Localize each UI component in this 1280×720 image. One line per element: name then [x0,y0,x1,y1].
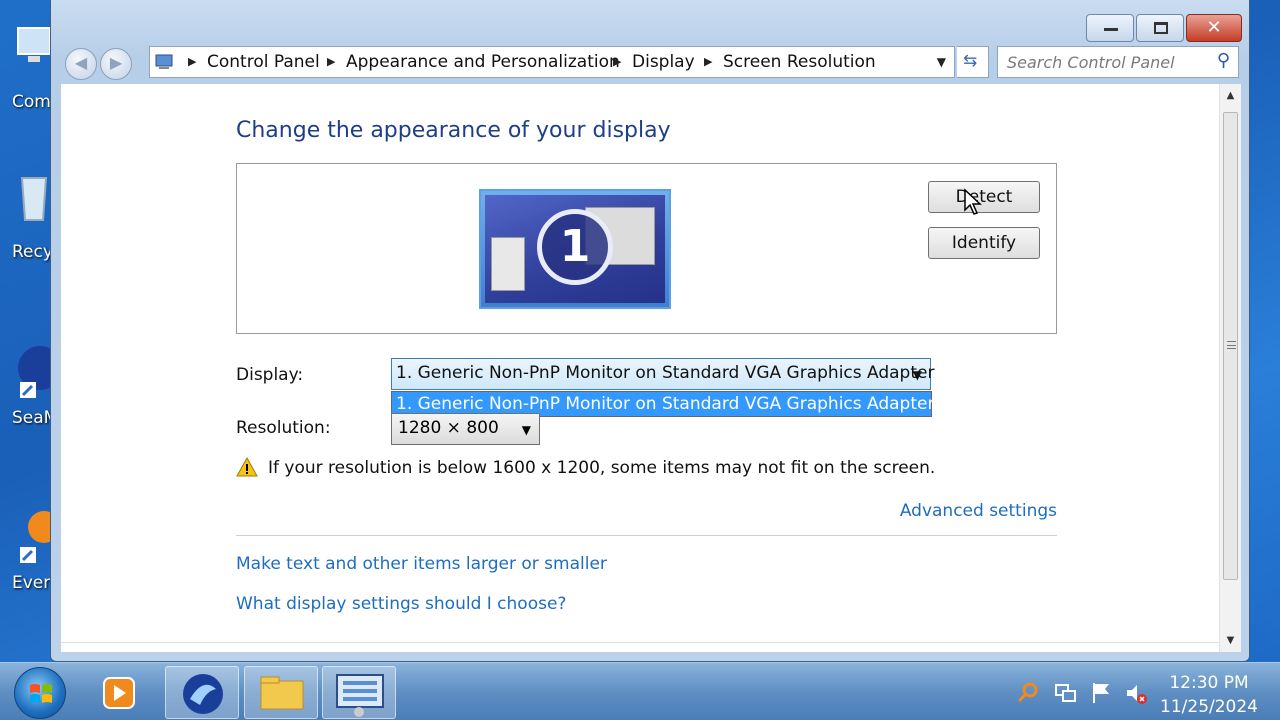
breadcrumb-separator-icon: ▶ [188,55,197,68]
back-arrow-icon: ◀ [74,53,88,72]
resolution-select[interactable]: 1280 × 800 ▼ [391,413,540,445]
breadcrumb-appearance[interactable]: Appearance and Personalization [346,52,620,72]
display-select-value: 1. Generic Non-PnP Monitor on Standard V… [396,363,935,383]
breadcrumb-screen-resolution[interactable]: Screen Resolution [723,52,876,72]
chevron-down-icon: ▼ [912,368,922,382]
breadcrumb-separator-icon: ▶ [704,55,713,68]
minimize-button[interactable] [1086,14,1134,42]
scroll-down-icon[interactable]: ▼ [1220,635,1241,646]
refresh-icon: ⇆ [963,51,978,71]
display-label: Display: [236,365,304,385]
forward-arrow-icon: ▶ [109,53,123,72]
seamonkey-icon [183,674,223,714]
taskbar-file-explorer[interactable] [244,666,318,719]
scrollbar-thumb[interactable] [1223,112,1238,580]
grip-icon [1227,341,1236,349]
seamonkey-icon [18,346,54,398]
breadcrumb-display[interactable]: Display [632,52,695,72]
taskbar-control-panel[interactable] [322,666,396,719]
clock-date: 11/25/2024 [1160,697,1258,717]
start-button[interactable] [14,667,66,719]
address-bar[interactable]: ▶ Control Panel ▶ Appearance and Persona… [149,46,955,78]
screen-resolution-window: ✕ ◀ ▶ ▶ Control Panel ▶ Appearance and P… [50,0,1250,662]
content-area: Change the appearance of your display 1 … [61,84,1241,652]
system-clock[interactable]: 12:30 PM 11/25/2024 [1160,671,1258,719]
monitor-screen: 1 [485,195,665,303]
windows-logo-icon [30,684,52,703]
desktop-icon-label: Recy [12,242,53,262]
media-player-icon [103,677,135,709]
control-panel-icon [155,54,173,69]
breadcrumb-separator-icon: ▶ [613,55,622,68]
display-settings-help-link[interactable]: What display settings should I choose? [236,594,566,614]
everything-search-icon [20,511,54,563]
display-select[interactable]: 1. Generic Non-PnP Monitor on Standard V… [391,358,935,390]
close-icon: ✕ [1206,17,1222,38]
breadcrumb-control-panel[interactable]: Control Panel [207,52,320,72]
mouse-cursor-icon [964,188,982,215]
forward-button[interactable]: ▶ [100,48,132,80]
resolution-label: Resolution: [236,418,331,438]
file-explorer-icon [260,676,304,710]
warning-icon [236,457,258,477]
advanced-settings-link[interactable]: Advanced settings [900,501,1057,521]
taskbar-media-player[interactable] [82,666,156,719]
display-option-label: 1. Generic Non-PnP Monitor on Standard V… [396,394,935,414]
identify-button[interactable]: Identify [928,227,1040,259]
preview-window-icon [491,237,525,291]
scroll-up-icon[interactable]: ▲ [1220,90,1241,101]
control-panel-icon [336,674,384,717]
clock-time: 12:30 PM [1169,673,1249,693]
taskbar: 12:30 PM 11/25/2024 [0,662,1280,720]
computer-icon [17,27,51,62]
volume-muted-icon[interactable] [1124,681,1148,705]
search-tray-icon[interactable] [1016,681,1040,705]
back-button[interactable]: ◀ [65,48,97,80]
refresh-button[interactable]: ⇆ [957,46,989,78]
desktop-icon-label: Com [12,92,51,112]
divider [236,535,1057,536]
divider [61,642,1219,643]
search-input[interactable]: Search Control Panel ⚲ [997,46,1239,78]
minimize-icon [1104,28,1118,31]
detect-button[interactable]: Detect [928,181,1040,213]
close-button[interactable]: ✕ [1186,14,1242,42]
maximize-button[interactable] [1136,14,1184,42]
address-dropdown-icon[interactable]: ▼ [937,55,946,69]
breadcrumb-separator-icon: ▶ [327,55,336,68]
maximize-icon [1154,22,1168,34]
monitor-1-thumbnail[interactable]: 1 [479,189,671,309]
chevron-down-icon: ▼ [521,423,531,437]
page-title: Change the appearance of your display [236,118,671,143]
text-size-link[interactable]: Make text and other items larger or smal… [236,554,607,574]
taskbar-seamonkey[interactable] [165,666,239,719]
resolution-warning: If your resolution is below 1600 x 1200,… [268,458,936,478]
monitor-number-badge: 1 [537,209,613,285]
action-center-flag-icon[interactable] [1089,681,1113,705]
recycle-bin-icon [20,177,48,221]
resolution-select-value: 1280 × 800 [398,418,499,438]
search-icon: ⚲ [1216,50,1230,71]
search-placeholder: Search Control Panel [1007,53,1175,72]
vertical-scrollbar[interactable]: ▲ ▼ [1219,84,1241,652]
display-preview-panel: 1 Detect Identify [236,163,1057,334]
network-icon[interactable] [1053,681,1077,705]
